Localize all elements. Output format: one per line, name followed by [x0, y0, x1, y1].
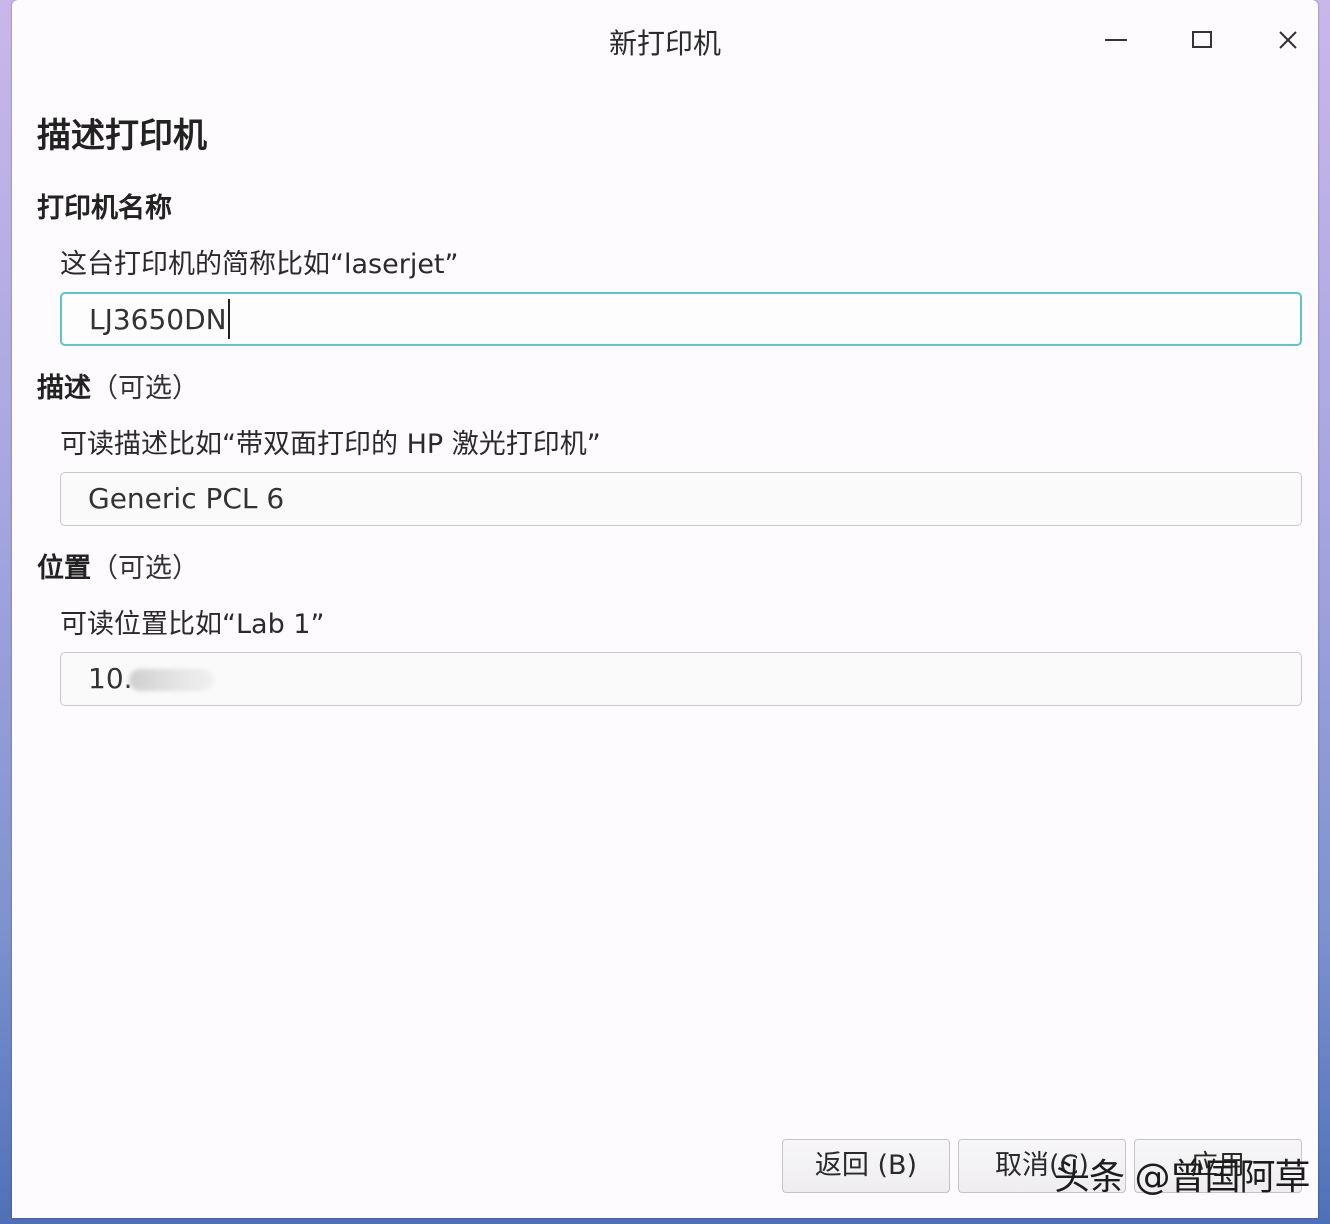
close-icon [1276, 28, 1300, 52]
printer-name-hint: 这台打印机的简称比如“laserjet” [60, 242, 459, 281]
text-caret [228, 299, 230, 339]
maximize-button[interactable] [1178, 18, 1226, 62]
description-label: 描述（可选） [37, 366, 199, 405]
minimize-button[interactable] [1092, 18, 1140, 62]
title-bar: 新打印机 [12, 0, 1318, 82]
description-hint: 可读描述比如“带双面打印的 HP 激光打印机” [60, 422, 601, 461]
maximize-icon [1190, 28, 1214, 52]
close-button[interactable] [1264, 18, 1312, 62]
printer-name-label-text: 打印机名称 [37, 193, 172, 224]
back-button[interactable]: 返回 (B) [782, 1139, 950, 1193]
location-value: 10. [88, 662, 133, 695]
location-input[interactable]: 10. [60, 652, 1302, 706]
printer-name-input[interactable]: LJ3650DN [60, 292, 1302, 346]
page-heading: 描述打印机 [37, 108, 207, 157]
location-label-text: 位置 [37, 553, 91, 584]
description-value: Generic PCL 6 [88, 482, 284, 515]
watermark: 头条 @曾国阿草 [1054, 1148, 1309, 1200]
printer-name-value: LJ3650DN [89, 303, 227, 336]
location-optional-text: （可选） [91, 553, 199, 584]
description-input[interactable]: Generic PCL 6 [60, 472, 1302, 526]
location-label: 位置（可选） [37, 546, 199, 585]
description-label-text: 描述 [37, 373, 91, 404]
printer-name-label: 打印机名称 [37, 186, 172, 225]
description-optional-text: （可选） [91, 373, 199, 404]
location-hint: 可读位置比如“Lab 1” [60, 602, 324, 641]
new-printer-dialog: 新打印机 描述打印机 打印机名称 这台打印机的简称比如“laserjet” LJ… [12, 0, 1318, 1218]
minimize-icon [1104, 28, 1128, 52]
redacted-blur [129, 669, 213, 691]
